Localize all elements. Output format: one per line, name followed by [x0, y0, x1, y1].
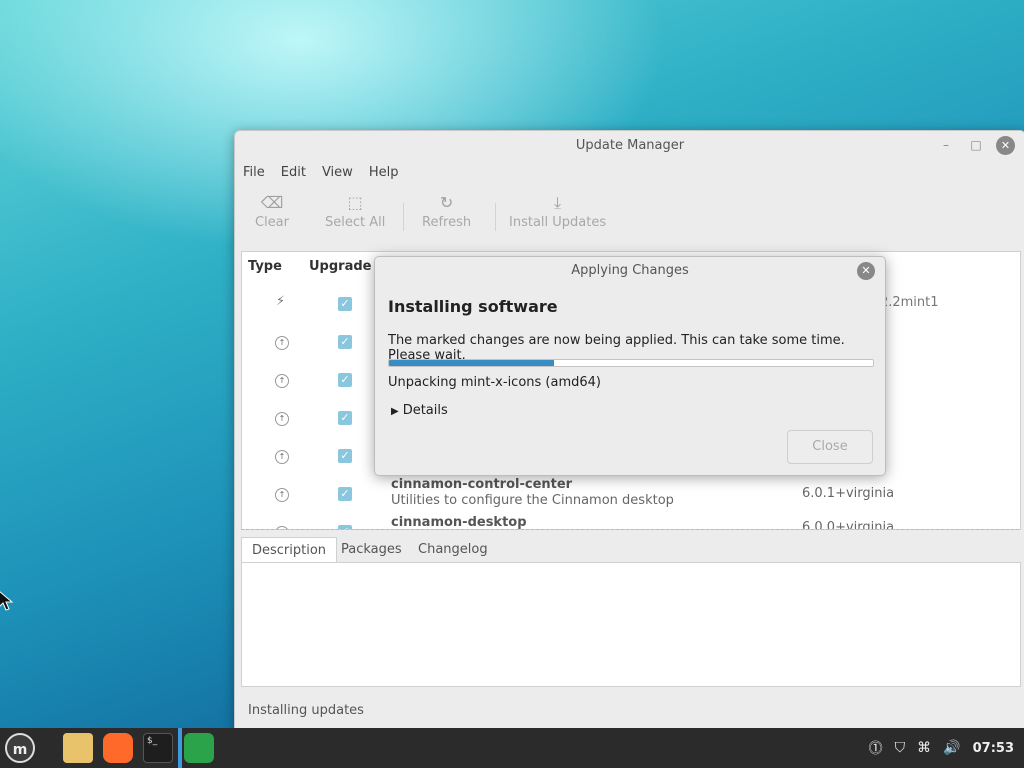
toolbar-separator: [495, 203, 496, 231]
upgrade-checkbox[interactable]: ✓: [338, 449, 352, 463]
applying-changes-dialog: Applying Changes ✕ Installing software T…: [374, 256, 886, 476]
network-icon[interactable]: ⌘: [917, 740, 931, 756]
tab-description[interactable]: Description: [241, 537, 338, 563]
window-titlebar[interactable]: Update Manager – □ ✕: [235, 131, 1024, 159]
description-pane: [241, 562, 1021, 687]
select-all-label: Select All: [325, 215, 386, 230]
status-text: Installing updates: [248, 703, 364, 718]
upgrade-type-icon: ↑: [275, 336, 289, 350]
upgrade-type-icon: ↑: [275, 450, 289, 464]
clear-button[interactable]: ⌫ Clear: [255, 193, 289, 230]
menu-edit[interactable]: Edit: [281, 165, 306, 183]
info-tabs: Description Packages Changelog: [241, 537, 1019, 563]
volume-icon[interactable]: 🔊: [943, 740, 960, 756]
shield-icon[interactable]: ⛉: [895, 740, 906, 756]
menubar: File Edit View Help: [243, 165, 414, 183]
backspace-icon: ⌫: [260, 193, 284, 212]
mint-menu-icon[interactable]: m: [5, 733, 35, 763]
update-manager-taskbar-icon[interactable]: [184, 733, 214, 763]
close-button[interactable]: Close: [787, 430, 873, 464]
table-row[interactable]: ↑ ✓ cinnamon-control-center Utilities to…: [242, 477, 1020, 515]
menu-file[interactable]: File: [243, 165, 265, 183]
refresh-icon: ↻: [439, 193, 454, 212]
package-description: Utilities to configure the Cinnamon desk…: [391, 493, 674, 508]
file-manager-icon[interactable]: [63, 733, 93, 763]
minimize-icon[interactable]: –: [937, 136, 955, 154]
upgrade-type-icon: ↑: [275, 488, 289, 502]
mouse-cursor-icon: [0, 591, 14, 611]
toolbar: ⌫ Clear ⬚ Select All ↻ Refresh ⤓ Install…: [235, 193, 1024, 237]
column-type[interactable]: Type: [248, 259, 282, 274]
toolbar-separator: [403, 203, 404, 231]
active-window-indicator: [178, 728, 182, 768]
clock[interactable]: 07:53: [973, 741, 1014, 756]
install-updates-button[interactable]: ⤓ Install Updates: [509, 193, 606, 230]
install-progress-bar: [388, 359, 874, 367]
download-icon: ⤓: [554, 193, 562, 212]
upgrade-checkbox[interactable]: ✓: [338, 411, 352, 425]
upgrade-checkbox[interactable]: ✓: [338, 487, 352, 501]
dialog-heading: Installing software: [388, 297, 558, 316]
terminal-icon[interactable]: $_: [143, 733, 173, 763]
dialog-title: Applying Changes: [571, 263, 689, 278]
dialog-close-icon[interactable]: ✕: [857, 262, 875, 280]
taskbar: m $_ ⓵ ⛉ ⌘ 🔊 07:53: [0, 728, 1024, 768]
column-upgrade[interactable]: Upgrade: [309, 259, 371, 274]
upgrade-type-icon: ↑: [275, 412, 289, 426]
package-name: cinnamon-control-center: [391, 477, 573, 492]
expander-arrow-icon: ▶: [391, 406, 399, 417]
maximize-icon[interactable]: □: [967, 136, 985, 154]
notification-icon[interactable]: ⓵: [869, 738, 883, 758]
upgrade-type-icon: ↑: [275, 374, 289, 388]
tab-packages[interactable]: Packages: [331, 537, 412, 562]
upgrade-checkbox[interactable]: ✓: [338, 335, 352, 349]
firefox-icon[interactable]: [103, 733, 133, 763]
table-row[interactable]: ↑ ✓ cinnamon-desktop 6.0.0+virginia: [242, 515, 1020, 530]
menu-view[interactable]: View: [322, 165, 353, 183]
pane-splitter[interactable]: [241, 529, 1019, 530]
package-name: cinnamon-desktop: [391, 515, 527, 530]
install-updates-label: Install Updates: [509, 215, 607, 230]
refresh-button[interactable]: ↻ Refresh: [422, 193, 471, 230]
select-all-button[interactable]: ⬚ Select All: [325, 193, 385, 230]
progress-fill: [389, 360, 554, 366]
security-bolt-icon: ⚡: [276, 294, 286, 309]
upgrade-checkbox[interactable]: ✓: [338, 297, 352, 311]
close-icon[interactable]: ✕: [996, 136, 1015, 155]
select-all-icon: ⬚: [347, 193, 363, 212]
details-label: Details: [402, 403, 448, 418]
current-action: Unpacking mint-x-icons (amd64): [388, 375, 601, 390]
refresh-label: Refresh: [422, 215, 472, 230]
package-version: 6.0.1+virginia: [802, 486, 895, 501]
tab-changelog[interactable]: Changelog: [408, 537, 498, 562]
menu-help[interactable]: Help: [369, 165, 399, 183]
window-title: Update Manager: [575, 138, 685, 153]
system-tray: ⓵ ⛉ ⌘ 🔊 07:53: [857, 728, 1014, 768]
details-expander[interactable]: ▶ Details: [391, 403, 448, 418]
upgrade-checkbox[interactable]: ✓: [338, 373, 352, 387]
clear-label: Clear: [255, 215, 289, 230]
